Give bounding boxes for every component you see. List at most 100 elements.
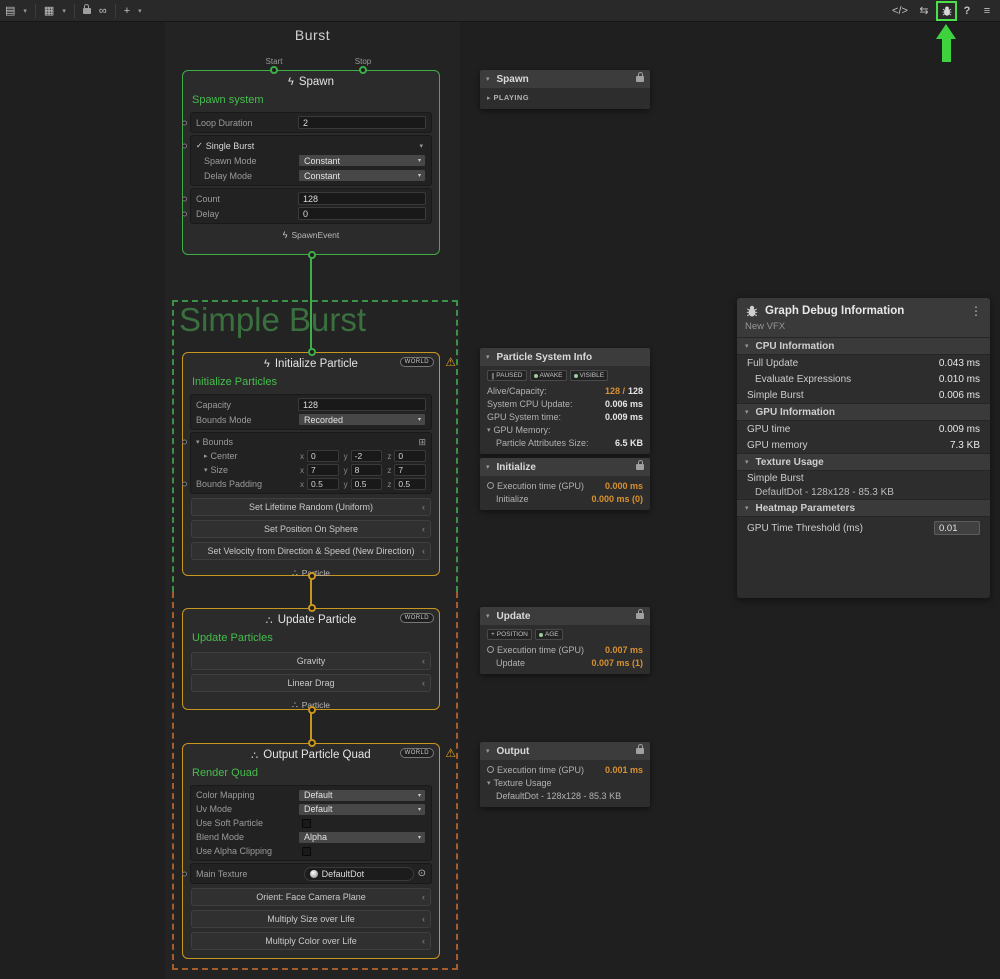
count-input[interactable] — [298, 192, 426, 205]
chevron-left-icon[interactable]: ‹ — [422, 546, 425, 556]
padding-y-input[interactable] — [351, 478, 383, 490]
particle-system-info-header[interactable]: ▾ Particle System Info — [480, 348, 650, 366]
caret-down-icon[interactable]: ▾ — [486, 612, 490, 620]
bounds-port[interactable] — [182, 440, 187, 445]
caret-down-icon[interactable]: ▾ — [745, 408, 749, 416]
chevron-left-icon[interactable]: ‹ — [422, 524, 425, 534]
block-set-position[interactable]: Set Position On Sphere ‹ — [191, 520, 431, 538]
chevron-left-icon[interactable]: ‹ — [422, 914, 425, 924]
update-node-header[interactable]: ∴ Update Particle WORLD — [183, 609, 439, 631]
chevron-left-icon[interactable]: ‹ — [422, 892, 425, 902]
block-gravity[interactable]: Gravity ‹ — [191, 652, 431, 670]
object-picker-icon[interactable]: ⊙ — [418, 868, 426, 879]
lock-icon[interactable] — [83, 8, 91, 14]
update-node[interactable]: ∴ Update Particle WORLD Update Particles… — [182, 608, 440, 710]
caret-down-icon[interactable]: ▾ — [486, 747, 490, 755]
main-texture-field[interactable]: DefaultDot — [304, 867, 414, 881]
chevron-down-icon[interactable]: ▾ — [23, 7, 27, 15]
check-icon[interactable]: ✓ — [196, 141, 203, 150]
caret-down-icon[interactable]: ▾ — [204, 466, 208, 474]
chevron-left-icon[interactable]: ‹ — [422, 678, 425, 688]
save-icon[interactable]: ▤ — [5, 0, 15, 22]
single-burst-row[interactable]: ✓ Single Burst ▾ — [196, 138, 426, 153]
cpu-information-section[interactable]: ▾ CPU Information — [737, 337, 990, 355]
use-soft-particle-checkbox[interactable] — [302, 819, 311, 828]
chevron-left-icon[interactable]: ‹ — [422, 936, 425, 946]
chevron-left-icon[interactable]: ‹ — [422, 656, 425, 666]
chevron-down-icon[interactable]: ▾ — [419, 142, 423, 150]
kebab-menu-icon[interactable]: ⋮ — [970, 304, 982, 318]
caret-down-icon[interactable]: ▾ — [487, 426, 491, 434]
caret-down-icon[interactable]: ▾ — [486, 353, 490, 361]
capacity-input[interactable] — [298, 398, 426, 411]
center-y-input[interactable] — [351, 450, 383, 462]
chevron-down-icon[interactable]: ▾ — [138, 7, 142, 15]
initialize-debug-header[interactable]: ▾ Initialize — [480, 458, 650, 476]
block-multiply-color[interactable]: Multiply Color over Life ‹ — [191, 932, 431, 950]
caret-down-icon[interactable]: ▾ — [745, 504, 749, 512]
loop-duration-port[interactable] — [182, 120, 187, 125]
world-badge[interactable]: WORLD — [400, 357, 434, 367]
link-icon[interactable]: ∞ — [99, 0, 107, 22]
delay-mode-dropdown[interactable]: Constant ▾ — [298, 169, 426, 182]
bounds-padding-port[interactable] — [182, 482, 187, 487]
blend-mode-dropdown[interactable]: Alpha ▾ — [298, 831, 426, 844]
spawn-node-header[interactable]: ϟ Spawn — [183, 71, 439, 93]
initialize-node[interactable]: ⚠ ϟ Initialize Particle WORLD Initialize… — [182, 352, 440, 576]
code-view-icon[interactable]: </> — [889, 0, 911, 22]
output-debug-header[interactable]: ▾ Output — [480, 742, 650, 760]
chevron-down-icon[interactable]: ▾ — [62, 7, 66, 15]
add-icon[interactable]: + — [124, 0, 130, 22]
caret-down-icon[interactable]: ▾ — [487, 779, 491, 787]
caret-down-icon[interactable]: ▾ — [196, 438, 200, 446]
system-group-label[interactable]: Simple Burst — [179, 301, 366, 339]
block-multiply-size[interactable]: Multiply Size over Life ‹ — [191, 910, 431, 928]
warning-icon[interactable]: ⚠ — [445, 746, 456, 760]
block-linear-drag[interactable]: Linear Drag ‹ — [191, 674, 431, 692]
block-orient[interactable]: Orient: Face Camera Plane ‹ — [191, 888, 431, 906]
caret-right-icon[interactable]: ▸ — [204, 452, 208, 460]
update-output-port[interactable] — [308, 706, 316, 714]
output-node-header[interactable]: ∴ Output Particle Quad WORLD — [183, 744, 439, 766]
delay-input[interactable] — [298, 207, 426, 220]
compile-toggle-icon[interactable]: ⇆ — [915, 0, 933, 22]
bounds-mode-dropdown[interactable]: Recorded ▾ — [298, 413, 426, 426]
initialize-node-header[interactable]: ϟ Initialize Particle WORLD — [183, 353, 439, 375]
size-x-input[interactable] — [307, 464, 339, 476]
color-mapping-dropdown[interactable]: Default ▾ — [298, 789, 426, 802]
count-port[interactable] — [182, 196, 187, 201]
bounds-tool-icon[interactable]: ⊞ — [418, 437, 426, 448]
center-z-input[interactable] — [394, 450, 426, 462]
spawn-debug-header[interactable]: ▾ Spawn — [480, 70, 650, 88]
gpu-information-section[interactable]: ▾ GPU Information — [737, 403, 990, 421]
padding-x-input[interactable] — [307, 478, 339, 490]
menu-icon[interactable]: ≡ — [979, 0, 995, 22]
padding-z-input[interactable] — [394, 478, 426, 490]
edge-spawn-to-initialize[interactable] — [310, 256, 312, 352]
help-icon[interactable]: ? — [960, 0, 974, 22]
chevron-left-icon[interactable]: ‹ — [422, 502, 425, 512]
spawn-event-port[interactable] — [308, 251, 316, 259]
update-debug-header[interactable]: ▾ Update — [480, 607, 650, 625]
center-x-input[interactable] — [307, 450, 339, 462]
loop-duration-input[interactable] — [298, 116, 426, 129]
initialize-output-port[interactable] — [308, 572, 316, 580]
caret-down-icon[interactable]: ▾ — [745, 458, 749, 466]
caret-down-icon[interactable]: ▾ — [486, 463, 490, 471]
graph-debug-header[interactable]: Graph Debug Information ⋮ New VFX — [737, 298, 990, 337]
caret-right-icon[interactable]: ▸ — [487, 94, 491, 102]
world-badge[interactable]: WORLD — [400, 613, 434, 623]
lock-icon[interactable] — [636, 76, 644, 82]
size-y-input[interactable] — [351, 464, 383, 476]
delay-port[interactable] — [182, 211, 187, 216]
heatmap-parameters-section[interactable]: ▾ Heatmap Parameters — [737, 499, 990, 517]
lock-icon[interactable] — [636, 748, 644, 754]
block-set-velocity[interactable]: Set Velocity from Direction & Speed (New… — [191, 542, 431, 560]
spawn-mode-dropdown[interactable]: Constant ▾ — [298, 154, 426, 167]
debug-bug-icon[interactable] — [941, 5, 953, 17]
size-z-input[interactable] — [394, 464, 426, 476]
world-badge[interactable]: WORLD — [400, 748, 434, 758]
single-burst-port[interactable] — [182, 143, 187, 148]
lock-icon[interactable] — [636, 464, 644, 470]
template-icon[interactable]: ▦ — [44, 0, 54, 22]
